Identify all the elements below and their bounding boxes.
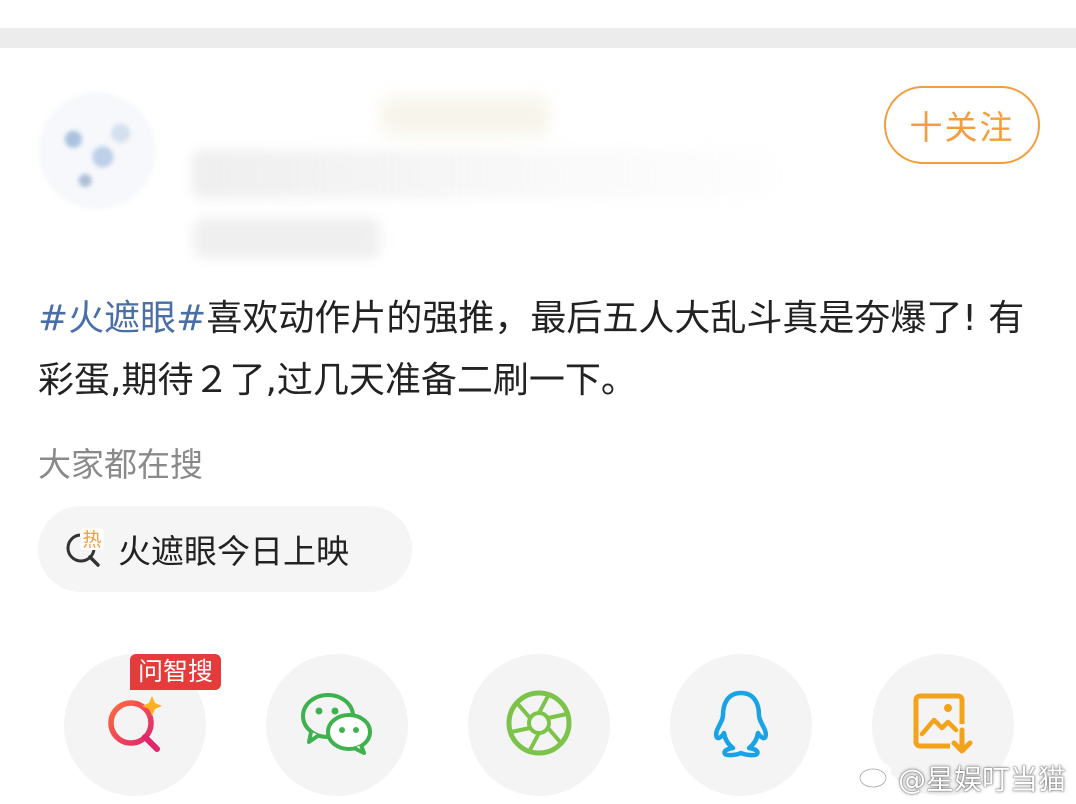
ai-search-icon <box>100 688 170 762</box>
watermark: @星娱叮当猫 <box>858 758 1066 798</box>
top-divider-band <box>0 0 1076 48</box>
hot-search-chip[interactable]: 热 火遮眼今日上映 <box>38 506 412 592</box>
blurred-username[interactable] <box>192 150 772 198</box>
qq-share-button[interactable] <box>670 654 812 796</box>
qq-icon <box>709 687 773 763</box>
blurred-post-meta <box>194 218 380 258</box>
follow-button[interactable]: 十关注 <box>884 86 1040 164</box>
moments-share-button[interactable] <box>468 654 610 796</box>
save-image-icon <box>910 690 976 760</box>
topic-link[interactable]: #火遮眼# <box>38 298 206 339</box>
post-share-page: 十关注 #火遮眼#喜欢动作片的强推，最后五人大乱斗真是夯爆了! 有彩蛋,期待２了… <box>0 0 1076 804</box>
wechat-share-button[interactable] <box>266 654 408 796</box>
weibo-logo-icon <box>858 761 892 796</box>
ai-search-badge: 问智搜 <box>130 654 222 690</box>
moments-icon <box>504 688 574 762</box>
hot-search-icon: 热 <box>62 526 108 572</box>
trending-search-heading: 大家都在搜 <box>38 445 203 484</box>
watermark-text: @星娱叮当猫 <box>897 763 1066 796</box>
hot-search-label: 火遮眼今日上映 <box>118 532 349 571</box>
wechat-icon <box>299 690 375 760</box>
post-content: #火遮眼#喜欢动作片的强推，最后五人大乱斗真是夯爆了! 有彩蛋,期待２了,过几天… <box>38 288 1038 412</box>
avatar[interactable] <box>38 92 156 210</box>
hot-mark: 热 <box>82 529 101 551</box>
blurred-username-badge <box>380 96 550 136</box>
